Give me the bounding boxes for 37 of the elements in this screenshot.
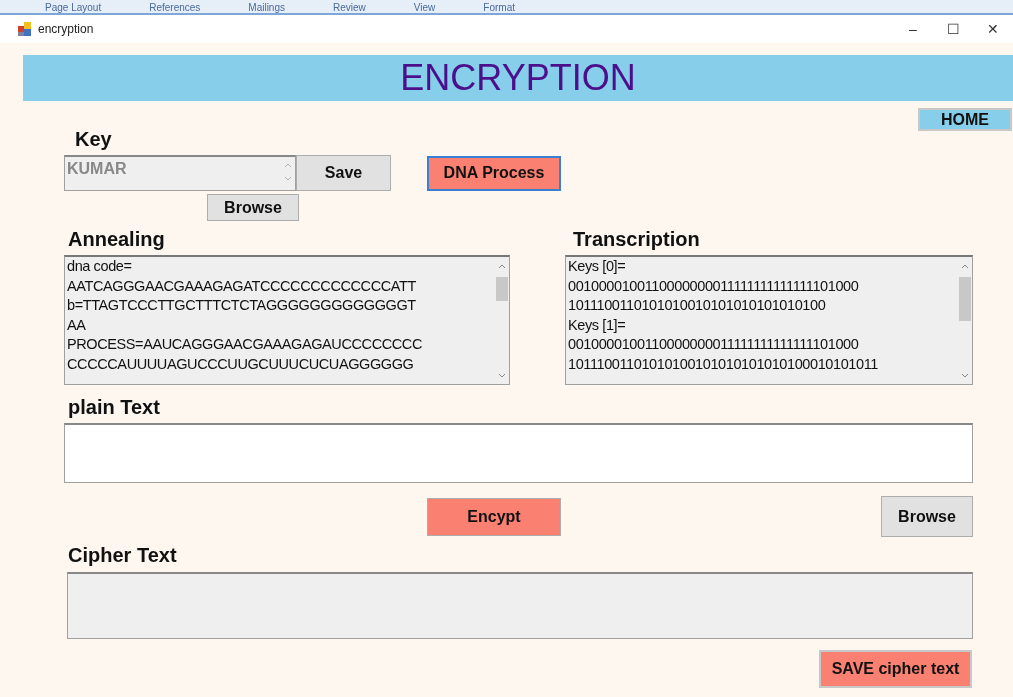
ribbon-tab[interactable]: Mailings [248,3,285,13]
text-line: b=TTAGTCCCTTGCTTTCTCTAGGGGGGGGGGGGGT [67,296,417,315]
ribbon-tab[interactable]: References [149,3,201,13]
text-line: PROCESS=AAUCAGGGAACGAAAGAGAUCCCCCCCC [67,335,423,354]
annealing-label: Annealing [67,227,166,251]
window-control-button[interactable]: ☐ [933,21,973,37]
text-line: dna code= [67,257,133,276]
text-line: 0010000100110000000011111111111111101000 [568,276,860,296]
text-line: 1011100110101010010101010101010100 [568,296,827,315]
ribbon-tab[interactable]: Page Layout [45,3,102,13]
app-icon [18,22,32,36]
home-button[interactable]: HOME [918,108,1012,131]
text-line: AA [67,315,87,335]
browse-button[interactable]: Browse [881,496,973,537]
encrypt-button[interactable]: Encypt [427,497,561,536]
transcription-text-area[interactable]: Keys [0]= 0010000100110000000011111111111111101000 1011100110101010010101010101010100 Keys [1]= 0010000100110000000011111111111111101000 10111001101010100101010101010100010101011 [565,255,973,385]
transcription-label: Transcription [572,227,701,251]
text-line: 10111001101010100101010101010100010101011 [568,354,878,374]
text-line: CCCCCAUUUUAGUCCCUUGCUUUCUCUAGGGGGG [67,354,415,374]
annealing-text-area[interactable]: dna code= AATCAGGGAACGAAAGAGATCCCCCCCCCCCCCATT b=TTAGTCCCTTGCTTTCTCTAGGGGGGGGGGGGGT AA PROCESS=AAUCAGGGAACGAAAGAGAUCCCCCCCC CCCCCAUUUUAGUCCCUUGCUUUCUCUAGGGGGG [64,255,510,385]
ribbon-tab[interactable]: Review [333,3,366,13]
window-title: encryption [38,22,94,36]
text-line: AATCAGGGAACGAAAGAGATCCCCCCCCCCCCCATT [67,276,417,296]
plain-text-label: plain Text [67,395,161,419]
header-title: ENCRYPTION [400,57,636,99]
dna-process-button[interactable]: DNA Process [427,155,561,191]
save-cipher-text-button[interactable]: SAVE cipher text [819,650,972,688]
window-control-button[interactable]: ✕ [973,21,1013,37]
ribbon-tab[interactable]: View [413,3,436,13]
ribbon-tab[interactable]: Format [483,3,515,13]
window-control-button[interactable]: – [893,21,933,37]
text-line: Keys [1]= [568,315,627,335]
text-line: Keys [0]= [568,257,627,276]
plain-text-field[interactable] [64,423,973,483]
text-line: 0010000100110000000011111111111111101000 [568,335,860,354]
cipher-text-label: Cipher Text [67,543,178,567]
key-label: Key [74,127,113,151]
